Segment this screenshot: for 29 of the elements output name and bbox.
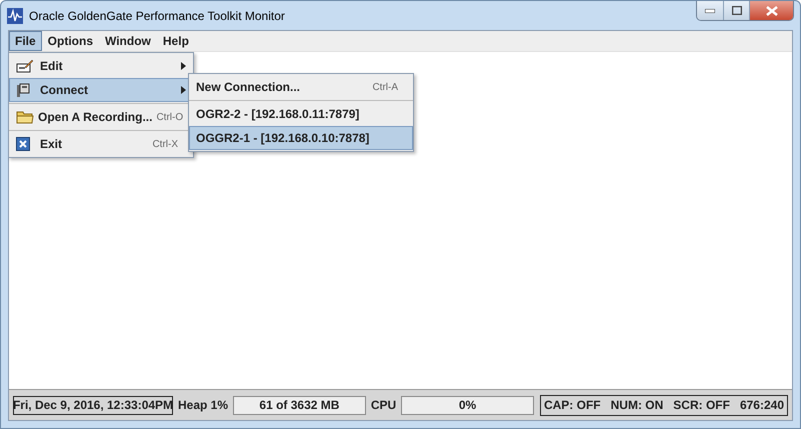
heap-value: 61 of 3632 MB <box>233 396 366 414</box>
indicator: CAP: OFF <box>544 398 601 412</box>
date-time: Fri, Dec 9, 2016, 12:33:04PM <box>13 396 173 414</box>
folder-icon <box>16 110 34 124</box>
menu-title[interactable]: File <box>9 31 42 51</box>
shortcut-label: Ctrl-O <box>156 112 184 122</box>
heap-label: Heap 1% <box>177 398 230 412</box>
menu-item[interactable]: Edit <box>9 54 193 78</box>
close-icon <box>16 137 30 151</box>
cpu-value: 0% <box>401 396 534 414</box>
close-icon <box>766 6 778 16</box>
shortcut-label: Ctrl-X <box>152 138 178 150</box>
menu-title[interactable]: Options <box>42 31 99 51</box>
minimize-icon <box>705 8 715 12</box>
pencil-card-icon <box>16 59 34 73</box>
menu-item[interactable]: OGGR2-1 - [192.168.0.10:7878] <box>189 126 413 150</box>
menu-title[interactable]: Window <box>99 31 157 51</box>
indicator: SCR: OFF <box>673 398 730 412</box>
menu-title[interactable]: Help <box>156 31 195 51</box>
window-title: Oracle GoldenGate Performance Toolkit Monitor <box>29 8 286 22</box>
shortcut-label: Ctrl-A <box>372 82 398 92</box>
indicator: 676:240 <box>740 398 784 412</box>
indicator: NUM: ON <box>610 398 664 412</box>
close-button[interactable] <box>749 1 793 20</box>
maximize-icon <box>732 6 742 15</box>
app-logo-icon <box>7 8 23 24</box>
maximize-button[interactable] <box>723 1 749 20</box>
minimize-button[interactable] <box>697 1 723 20</box>
cpu-label: CPU <box>370 398 398 412</box>
